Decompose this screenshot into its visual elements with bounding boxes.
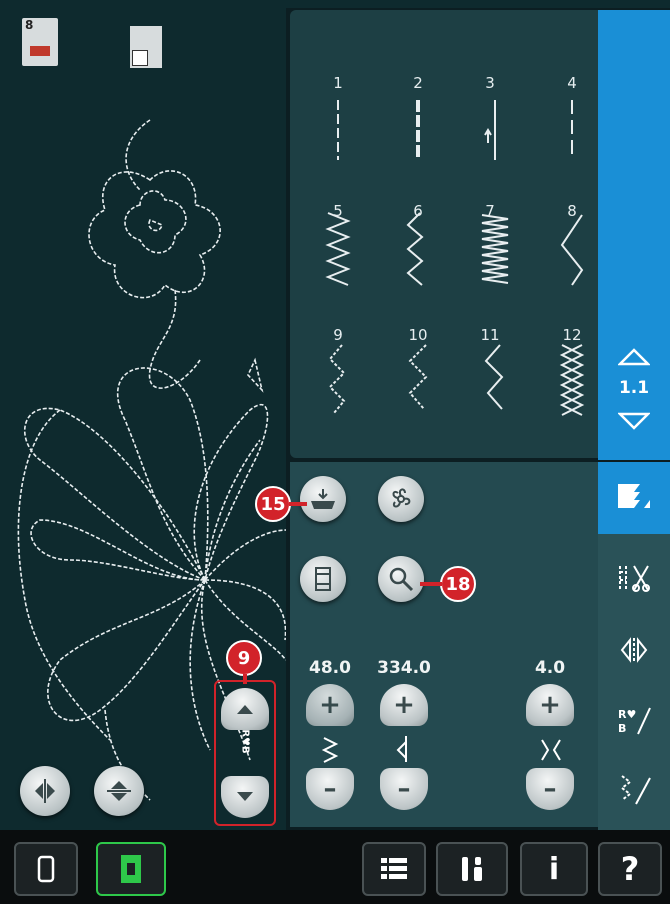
- stitch-length-icon: [392, 734, 416, 764]
- magnifier-icon: [389, 567, 414, 592]
- stitch-6-zigzag-icon[interactable]: [406, 212, 424, 286]
- stitch-8-zigzag-icon[interactable]: [560, 214, 584, 286]
- stitch-mirror-icon[interactable]: [598, 620, 670, 680]
- fan-button[interactable]: [378, 476, 424, 522]
- callout-18: 18: [440, 566, 476, 602]
- sequence-icon[interactable]: R♥ B: [598, 690, 670, 750]
- stitch-number: 4: [567, 74, 577, 92]
- stitch-menu-tab-icon[interactable]: [598, 466, 670, 526]
- hoop-icon[interactable]: 8: [22, 18, 58, 66]
- callout-15-arrow: [289, 502, 307, 506]
- stitch-9-zigzag-icon[interactable]: [328, 344, 346, 414]
- stitch-3-basting-icon[interactable]: [484, 100, 496, 160]
- callout-9-arrow: [243, 674, 247, 684]
- embroidery-mode-icon: [121, 855, 141, 883]
- hoop-number: 8: [25, 18, 34, 32]
- tools-icon: [462, 857, 482, 881]
- stitch-12-honeycomb-icon[interactable]: [559, 344, 585, 416]
- length-value: 334.0: [377, 658, 431, 678]
- stitch-number: 2: [413, 74, 423, 92]
- stitch-programming-icon[interactable]: [598, 548, 670, 608]
- info-button[interactable]: i: [520, 842, 588, 896]
- menu-button[interactable]: [362, 842, 426, 896]
- embroidery-mode-button[interactable]: [96, 842, 166, 896]
- callout-18-arrow: [420, 582, 442, 586]
- fan-icon: [392, 488, 411, 508]
- svg-text:B: B: [618, 722, 626, 735]
- svg-text:R♥: R♥: [618, 708, 636, 721]
- page-up-icon[interactable]: [616, 346, 652, 366]
- load-stitch-button[interactable]: [300, 476, 346, 522]
- sequence-label: R♥B: [239, 729, 251, 754]
- top-strip: [286, 0, 670, 8]
- sewing-mode-icon: [37, 855, 55, 883]
- edit-stitch-button[interactable]: [300, 556, 346, 602]
- hoop-needle-mark: [30, 46, 50, 56]
- menu-list-icon: [381, 858, 407, 879]
- sewing-mode-button[interactable]: [14, 842, 78, 896]
- stitch-10-zigzag-icon[interactable]: [408, 344, 428, 410]
- stitch-5-zigzag-icon[interactable]: [325, 212, 351, 286]
- stitch-number: 3: [485, 74, 495, 92]
- length-plus-button[interactable]: +: [380, 684, 428, 726]
- page-indicator: 1.1: [618, 378, 650, 398]
- callout-15: 15: [255, 486, 291, 522]
- load-icon: [311, 489, 335, 509]
- settings-button[interactable]: [436, 842, 508, 896]
- mirror-side-button[interactable]: [20, 766, 70, 816]
- stitch-11-zigzag-icon[interactable]: [484, 344, 504, 410]
- sewing-tools-icon[interactable]: [598, 760, 670, 820]
- down-arrow-icon: [237, 792, 253, 801]
- mirror-end-button[interactable]: [94, 766, 144, 816]
- width-value: 48.0: [309, 658, 351, 678]
- density-plus-button[interactable]: +: [526, 684, 574, 726]
- width-plus-button[interactable]: +: [306, 684, 354, 726]
- mirror-width-icon: [538, 736, 564, 764]
- stitch-7-satin-icon[interactable]: [481, 214, 509, 284]
- mirror-side-icon: [35, 779, 55, 803]
- mirror-end-icon: [107, 781, 131, 801]
- zoom-button[interactable]: [378, 556, 424, 602]
- stitch-grid[interactable]: [290, 95, 598, 435]
- callout-9: 9: [226, 640, 262, 676]
- up-arrow-icon: [237, 705, 253, 714]
- page-down-icon[interactable]: [616, 412, 652, 432]
- stitch-edit-icon: [315, 567, 331, 591]
- help-button[interactable]: ?: [598, 842, 662, 896]
- density-value: 4.0: [534, 658, 566, 678]
- stitch-number: 1: [333, 74, 343, 92]
- stitch-width-icon: [318, 734, 342, 764]
